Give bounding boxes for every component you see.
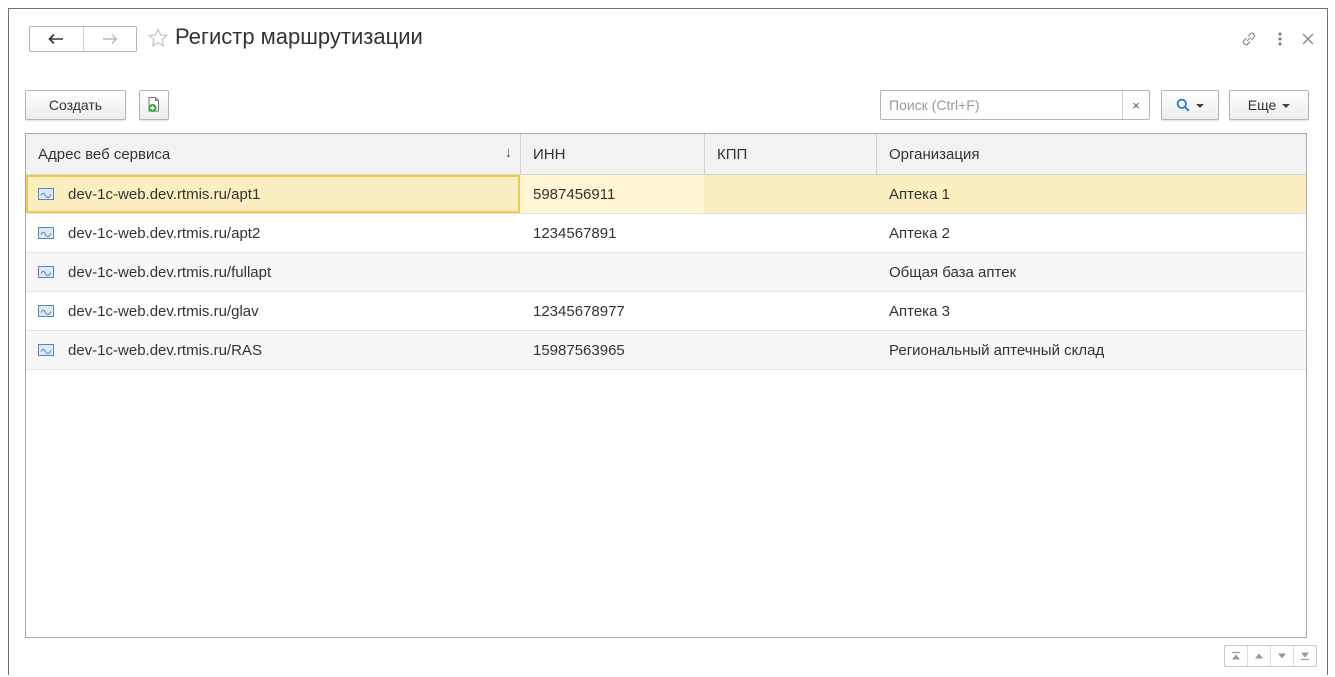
cell-inn: 15987563965 bbox=[533, 341, 625, 359]
navigation-group bbox=[29, 26, 137, 52]
search-icon bbox=[1176, 98, 1190, 112]
favorite-star-icon[interactable] bbox=[147, 27, 169, 49]
record-icon bbox=[38, 227, 54, 239]
create-button[interactable]: Создать bbox=[25, 90, 126, 120]
scroll-up-icon bbox=[1255, 653, 1263, 659]
scroll-up-button[interactable] bbox=[1247, 646, 1270, 666]
back-button[interactable] bbox=[30, 27, 83, 51]
scroll-top-icon bbox=[1232, 651, 1240, 660]
window-controls bbox=[1239, 29, 1315, 49]
routing-table: Адрес веб сервиса ↓ ИНН КПП Организация … bbox=[25, 133, 1307, 638]
column-header-address[interactable]: Адрес веб сервиса ↓ bbox=[26, 134, 520, 174]
search-box: × bbox=[880, 90, 1150, 120]
clear-search-button[interactable]: × bbox=[1122, 91, 1149, 119]
table-header: Адрес веб сервиса ↓ ИНН КПП Организация bbox=[26, 134, 1306, 175]
cell-organization: Аптека 2 bbox=[889, 224, 950, 242]
chevron-down-icon bbox=[1282, 104, 1291, 108]
cell-kpp bbox=[704, 331, 876, 369]
cell-inn: 12345678977 bbox=[533, 302, 625, 320]
cell-address: dev-1c-web.dev.rtmis.ru/apt1 bbox=[26, 175, 520, 213]
close-icon[interactable] bbox=[1301, 32, 1315, 46]
table-row[interactable]: dev-1c-web.dev.rtmis.ru/apt1 5987456911 … bbox=[26, 175, 1306, 214]
scroll-down-icon bbox=[1278, 653, 1286, 659]
table-row[interactable]: dev-1c-web.dev.rtmis.ru/glav 12345678977… bbox=[26, 292, 1306, 331]
search-input[interactable] bbox=[887, 91, 1122, 119]
column-header-organization[interactable]: Организация bbox=[876, 134, 1306, 174]
cell-inn: 5987456911 bbox=[520, 175, 704, 213]
column-header-inn[interactable]: ИНН bbox=[520, 134, 704, 174]
record-icon bbox=[38, 305, 54, 317]
cell-organization: Региональный аптечный склад bbox=[889, 341, 1105, 359]
scroll-down-button[interactable] bbox=[1270, 646, 1293, 666]
search-button[interactable] bbox=[1161, 90, 1219, 120]
cell-kpp bbox=[704, 175, 876, 213]
cell-inn: 1234567891 bbox=[533, 224, 617, 242]
cell-address: dev-1c-web.dev.rtmis.ru/RAS bbox=[26, 331, 520, 369]
cell-organization: Аптека 1 bbox=[889, 185, 950, 203]
cell-kpp bbox=[704, 292, 876, 330]
cell-organization: Общая база аптек bbox=[889, 263, 1017, 281]
form-window: Регистр маршрутизации Создать Поиск (Ctr… bbox=[8, 8, 1328, 675]
cell-address: dev-1c-web.dev.rtmis.ru/apt2 bbox=[26, 214, 520, 252]
table-scroll-navigation bbox=[1224, 645, 1317, 667]
cell-address-text: dev-1c-web.dev.rtmis.ru/apt1 bbox=[68, 185, 261, 203]
scroll-bottom-icon bbox=[1301, 652, 1309, 661]
arrow-right-icon bbox=[102, 34, 118, 44]
add-copy-icon bbox=[148, 97, 159, 112]
cell-inn bbox=[520, 253, 704, 291]
title-bar: Регистр маршрутизации bbox=[9, 9, 1327, 65]
scroll-bottom-button[interactable] bbox=[1293, 646, 1316, 666]
table-row[interactable]: dev-1c-web.dev.rtmis.ru/apt2 1234567891 … bbox=[26, 214, 1306, 253]
column-header-label: Адрес веб сервиса bbox=[38, 145, 171, 163]
arrow-left-icon bbox=[48, 33, 64, 45]
scroll-top-button[interactable] bbox=[1225, 646, 1247, 666]
cell-organization: Аптека 3 bbox=[889, 302, 950, 320]
more-vertical-icon[interactable] bbox=[1277, 30, 1283, 48]
forward-button[interactable] bbox=[82, 27, 137, 51]
record-icon bbox=[38, 344, 54, 356]
link-icon[interactable] bbox=[1239, 29, 1259, 49]
cell-address-text: dev-1c-web.dev.rtmis.ru/glav bbox=[68, 302, 259, 320]
cell-address-text: dev-1c-web.dev.rtmis.ru/fullapt bbox=[68, 263, 272, 281]
cell-address-text: dev-1c-web.dev.rtmis.ru/RAS bbox=[68, 341, 262, 359]
chevron-down-icon bbox=[1196, 104, 1204, 108]
table-row[interactable]: dev-1c-web.dev.rtmis.ru/RAS 15987563965 … bbox=[26, 331, 1306, 370]
cell-address: dev-1c-web.dev.rtmis.ru/fullapt bbox=[26, 253, 520, 291]
cell-kpp bbox=[704, 253, 876, 291]
add-copy-button[interactable] bbox=[139, 90, 169, 120]
cell-address-text: dev-1c-web.dev.rtmis.ru/apt2 bbox=[68, 224, 261, 242]
page-title: Регистр маршрутизации bbox=[175, 24, 423, 49]
cell-kpp bbox=[704, 214, 876, 252]
record-icon bbox=[38, 188, 54, 200]
record-icon bbox=[38, 266, 54, 278]
sort-arrow-icon: ↓ bbox=[504, 144, 513, 161]
column-header-kpp[interactable]: КПП bbox=[704, 134, 876, 174]
cell-address: dev-1c-web.dev.rtmis.ru/glav bbox=[26, 292, 520, 330]
more-button[interactable]: Еще bbox=[1229, 90, 1309, 120]
table-row[interactable]: dev-1c-web.dev.rtmis.ru/fullapt Общая ба… bbox=[26, 253, 1306, 292]
more-button-label: Еще bbox=[1247, 97, 1277, 113]
